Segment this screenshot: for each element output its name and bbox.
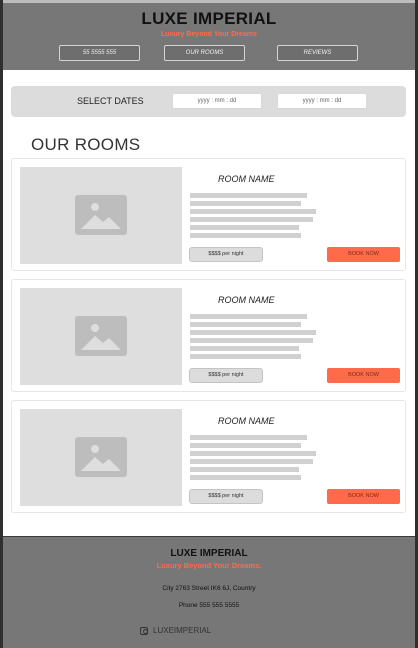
image-placeholder-icon — [75, 195, 127, 235]
description-line — [190, 330, 316, 335]
brand-title[interactable]: LUXE IMPERIAL — [3, 9, 415, 29]
description-line — [190, 201, 301, 206]
footer-tagline: Luxury Beyond Your Dreams. — [156, 561, 262, 570]
description-line — [190, 475, 301, 480]
description-line — [190, 209, 316, 214]
description-line — [190, 354, 301, 359]
checkin-date-input[interactable]: yyyy : mm : dd — [172, 93, 262, 109]
room-name: ROOM NAME — [218, 174, 275, 184]
book-now-button[interactable]: BOOK NOW — [327, 489, 400, 504]
description-line — [190, 322, 301, 327]
room-image[interactable] — [20, 288, 182, 385]
checkout-date-input[interactable]: yyyy : mm : dd — [277, 93, 367, 109]
price-button[interactable]: $$$$ per night — [189, 247, 263, 262]
description-line — [190, 338, 313, 343]
brand-tagline: Luxury Beyond Your Dreams — [161, 31, 257, 38]
book-now-button[interactable]: BOOK NOW — [327, 368, 400, 383]
image-placeholder-icon — [75, 316, 127, 356]
page: LUXE IMPERIAL Luxury Beyond Your Dreams … — [0, 0, 418, 648]
image-placeholder-icon — [75, 437, 127, 477]
our-rooms-title: OUR ROOMS — [31, 135, 141, 154]
room-card: ROOM NAME $$$$ per night BOOK NOW — [11, 279, 406, 392]
description-line — [190, 451, 316, 456]
room-card: ROOM NAME $$$$ per night BOOK NOW — [11, 400, 406, 513]
price-button[interactable]: $$$$ per night — [189, 489, 263, 504]
site-header: LUXE IMPERIAL Luxury Beyond Your Dreams … — [3, 0, 415, 70]
description-line — [190, 435, 307, 440]
room-name: ROOM NAME — [218, 416, 275, 426]
room-image[interactable] — [20, 167, 182, 264]
social-handle: LUXEIMPERIAL — [153, 626, 212, 635]
description-line — [190, 443, 301, 448]
description-line — [190, 314, 307, 319]
room-name: ROOM NAME — [218, 295, 275, 305]
book-now-button[interactable]: BOOK NOW — [327, 247, 400, 262]
description-line — [190, 467, 299, 472]
instagram-icon — [140, 626, 148, 635]
select-dates-label: SELECT DATES — [77, 96, 144, 106]
price-button[interactable]: $$$$ per night — [189, 368, 263, 383]
nav-phone-button[interactable]: 55 5555 555 — [59, 45, 140, 61]
footer-brand: LUXE IMPERIAL — [170, 548, 248, 559]
room-card: ROOM NAME $$$$ per night BOOK NOW — [11, 158, 406, 271]
description-line — [190, 217, 313, 222]
footer-address: City 2763 Street IK6 6J, Country — [162, 585, 256, 592]
nav-reviews-button[interactable]: REVIEWS — [277, 45, 358, 61]
room-image[interactable] — [20, 409, 182, 506]
description-line — [190, 193, 307, 198]
footer-phone: Phone 555 555 5555 — [178, 602, 240, 609]
nav-our-rooms-button[interactable]: OUR ROOMS — [164, 45, 245, 61]
footer-social-link[interactable]: LUXEIMPERIAL — [140, 626, 211, 635]
description-line — [190, 225, 299, 230]
description-line — [190, 346, 299, 351]
site-footer: LUXE IMPERIAL Luxury Beyond Your Dreams.… — [3, 536, 415, 648]
select-dates-bar: SELECT DATES yyyy : mm : dd yyyy : mm : … — [11, 86, 406, 117]
description-line — [190, 459, 313, 464]
description-line — [190, 233, 301, 238]
